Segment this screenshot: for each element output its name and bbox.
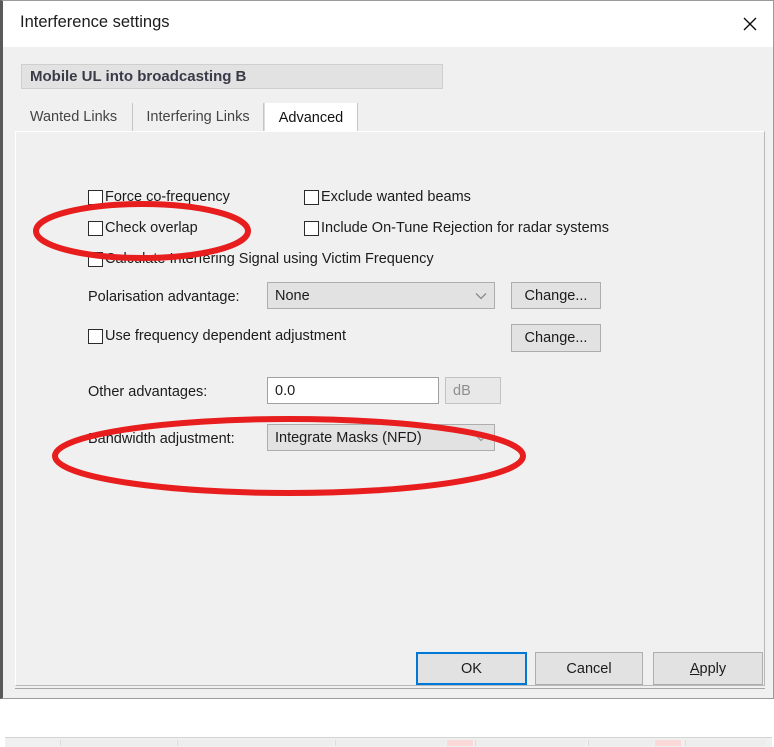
other-advantages-label: Other advantages: [88, 384, 208, 400]
apply-button-label: Apply [690, 661, 726, 677]
other-advantages-unit: dB [445, 377, 501, 404]
polarisation-change-button[interactable]: Change... [511, 282, 601, 309]
tab-advanced[interactable]: Advanced [264, 103, 358, 132]
checkbox-include-on-tune-rejection-box[interactable] [304, 220, 319, 236]
tab-interfering-links[interactable]: Interfering Links [133, 103, 264, 131]
polarisation-advantage-label: Polarisation advantage: [88, 289, 240, 305]
checkbox-check-overlap-label: Check overlap [105, 220, 198, 236]
window-title: Interference settings [20, 13, 170, 31]
frequency-dependent-change-button-label: Change... [524, 330, 588, 346]
checkbox-calculate-interfering-signal[interactable]: Calculate Interfering Signal using Victi… [88, 251, 434, 267]
tab-wanted-links-label: Wanted Links [29, 109, 118, 125]
checkbox-exclude-wanted-beams-box[interactable] [304, 189, 319, 205]
background-cell [177, 740, 333, 746]
chevron-down-icon [468, 292, 494, 300]
background-cell [685, 740, 766, 746]
scenario-name-header: Mobile UL into broadcasting B [21, 64, 443, 89]
checkbox-calculate-interfering-signal-label: Calculate Interfering Signal using Victi… [105, 251, 434, 267]
checkbox-calculate-interfering-signal-box[interactable] [88, 251, 103, 267]
chevron-down-icon [468, 434, 494, 442]
checkbox-exclude-wanted-beams-label: Exclude wanted beams [321, 189, 471, 205]
checkbox-force-co-frequency-label: Force co-frequency [105, 189, 230, 205]
ok-button-label: OK [461, 660, 482, 677]
bandwidth-adjustment-value: Integrate Masks (NFD) [275, 429, 422, 446]
tab-wanted-links[interactable]: Wanted Links [15, 103, 133, 131]
title-bar: Interference settings [3, 1, 773, 47]
checkbox-check-overlap[interactable]: Check overlap [88, 220, 198, 236]
background-cell [60, 740, 176, 746]
polarisation-change-button-label: Change... [524, 287, 588, 304]
ok-button[interactable]: OK [416, 652, 527, 685]
polarisation-advantage-combobox[interactable]: None [267, 282, 495, 309]
apply-rest: pply [699, 660, 727, 677]
checkbox-include-on-tune-rejection-label: Include On-Tune Rejection for radar syst… [321, 220, 609, 236]
background-window-strip [5, 737, 772, 747]
close-icon[interactable] [726, 1, 773, 46]
bandwidth-adjustment-label: Bandwidth adjustment: [88, 431, 235, 447]
polarisation-advantage-value: None [275, 287, 310, 304]
interference-settings-window: Interference settings Mobile UL into bro… [0, 0, 774, 747]
scenario-name-text: Mobile UL into broadcasting B [30, 68, 247, 85]
checkbox-use-frequency-dependent-adjustment-box[interactable] [88, 328, 103, 344]
other-advantages-input[interactable] [268, 381, 438, 400]
other-advantages-field[interactable] [267, 377, 439, 404]
other-advantages-unit-label: dB [453, 382, 471, 399]
background-cell [588, 740, 654, 746]
checkbox-force-co-frequency[interactable]: Force co-frequency [88, 189, 230, 205]
background-cell-red [655, 740, 681, 746]
advanced-tab-panel: Force co-frequency Check overlap Exclude… [15, 131, 765, 686]
apply-accelerator: A [689, 660, 700, 677]
frequency-dependent-change-button[interactable]: Change... [511, 324, 601, 352]
tab-advanced-label: Advanced [278, 109, 344, 126]
tab-interfering-links-label: Interfering Links [146, 109, 250, 125]
dialog-client-area: Mobile UL into broadcasting B Wanted Lin… [3, 47, 773, 747]
background-cell-red [447, 740, 473, 746]
background-cell [335, 740, 446, 746]
checkbox-use-frequency-dependent-adjustment[interactable]: Use frequency dependent adjustment [88, 328, 346, 344]
cancel-button[interactable]: Cancel [535, 652, 643, 685]
footer-separator [15, 688, 765, 689]
checkbox-force-co-frequency-box[interactable] [88, 189, 103, 205]
cancel-button-label: Cancel [566, 660, 612, 677]
checkbox-check-overlap-box[interactable] [88, 220, 103, 236]
checkbox-exclude-wanted-beams[interactable]: Exclude wanted beams [304, 189, 471, 205]
checkbox-include-on-tune-rejection[interactable]: Include On-Tune Rejection for radar syst… [304, 220, 609, 236]
apply-button[interactable]: Apply [653, 652, 763, 685]
checkbox-use-frequency-dependent-adjustment-label: Use frequency dependent adjustment [105, 328, 347, 344]
background-cell [475, 740, 586, 746]
bandwidth-adjustment-combobox[interactable]: Integrate Masks (NFD) [267, 424, 495, 451]
